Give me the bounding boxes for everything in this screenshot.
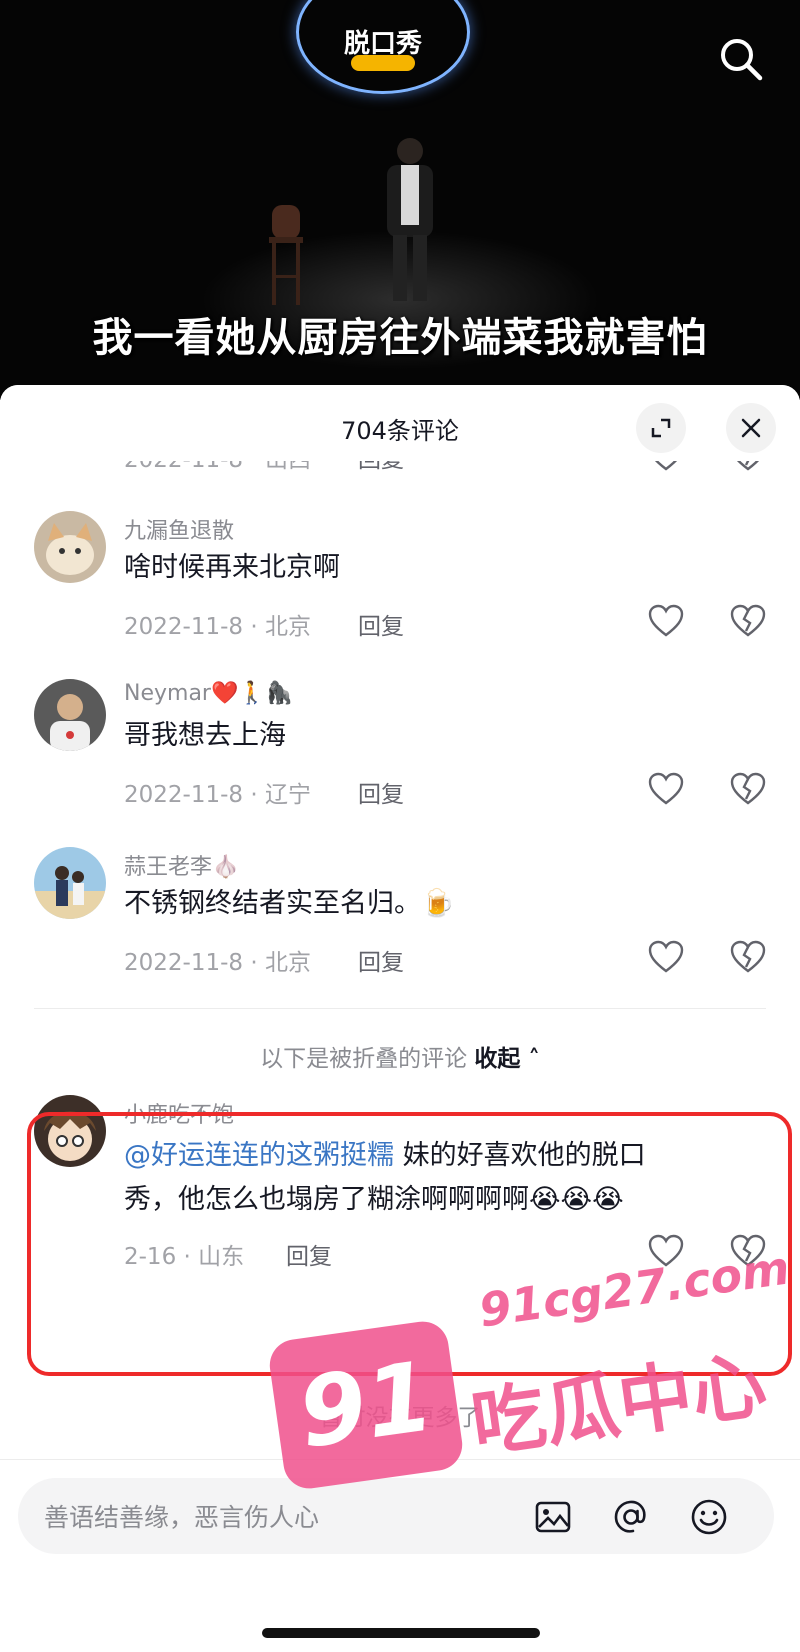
watermark-badge: 91 bbox=[266, 1318, 466, 1492]
mention-link[interactable]: @好运连连的这粥挺糯 bbox=[124, 1140, 394, 1171]
reply-button[interactable]: 回复 bbox=[286, 1237, 332, 1271]
comment-meta: 2022-11-8 · 北京 bbox=[124, 950, 311, 976]
person-avatar-image bbox=[34, 679, 106, 751]
video-player[interactable]: 脱口秀 我一看她从厨房往外端菜我就害怕 bbox=[0, 0, 800, 400]
couple-avatar-image bbox=[34, 847, 106, 919]
expand-icon bbox=[651, 418, 671, 438]
sheet-header: 704条评论 bbox=[0, 385, 800, 461]
folded-comments-row: 以下是被折叠的评论 收起 ˄ bbox=[0, 1039, 800, 1073]
divider bbox=[34, 1008, 766, 1009]
watermark-badge-text: 91 bbox=[292, 1340, 440, 1470]
cat-avatar-image bbox=[34, 511, 106, 583]
broken-heart-icon[interactable] bbox=[728, 601, 768, 641]
collapse-button[interactable]: 收起 ˄ bbox=[474, 1046, 540, 1072]
comment-text-line: 秀，他怎么也塌房了糊涂啊啊啊啊😭😭😭 bbox=[124, 1184, 624, 1215]
avatar[interactable] bbox=[34, 847, 106, 919]
reply-button[interactable]: 回复 bbox=[358, 775, 404, 809]
broken-heart-icon[interactable] bbox=[728, 937, 768, 977]
comment-item: Neymar❤️🚶🦍 哥我想去上海 2022-11-8 · 辽宁 回复 bbox=[0, 675, 800, 825]
search-button[interactable] bbox=[716, 34, 766, 84]
comment-item: 蒜王老李🧄 不锈钢终结者实至名归。🍺 2022-11-8 · 北京 回复 bbox=[0, 843, 800, 993]
comment-text: 不锈钢终结者实至名归。🍺 bbox=[124, 888, 455, 919]
video-subtitle: 我一看她从厨房往外端菜我就害怕 bbox=[92, 315, 708, 361]
comment-item: 九漏鱼退散 啥时候再来北京啊 2022-11-8 · 北京 回复 bbox=[0, 507, 800, 657]
comment-username[interactable]: 小鹿吃不饱 bbox=[124, 1097, 234, 1129]
close-icon bbox=[741, 418, 761, 438]
show-logo-bar bbox=[351, 55, 415, 71]
anime-avatar-image bbox=[34, 1095, 106, 1167]
performer bbox=[387, 138, 433, 301]
at-icon[interactable] bbox=[610, 1496, 652, 1538]
comment-input[interactable] bbox=[42, 1478, 516, 1556]
avatar[interactable] bbox=[34, 679, 106, 751]
comment-username[interactable]: 九漏鱼退散 bbox=[124, 513, 234, 545]
comment-text: 哥我想去上海 bbox=[124, 720, 286, 751]
comment-input-pill bbox=[18, 1478, 774, 1556]
heart-icon[interactable] bbox=[646, 769, 686, 809]
reply-button[interactable]: 回复 bbox=[358, 943, 404, 977]
comment-text-part: 妹的好喜欢他的脱口 bbox=[394, 1140, 646, 1171]
comment-username[interactable]: Neymar❤️🚶🦍 bbox=[124, 681, 293, 706]
home-indicator[interactable] bbox=[262, 1628, 540, 1638]
bar-stool bbox=[269, 205, 303, 305]
comment-meta: 2022-11-8 · 北京 bbox=[124, 614, 311, 640]
comment-meta: 2022-11-8 · 辽宁 bbox=[124, 782, 311, 808]
comment-meta: 2-16 · 山东 bbox=[124, 1244, 245, 1270]
search-icon bbox=[721, 39, 763, 81]
broken-heart-icon[interactable] bbox=[728, 769, 768, 809]
expand-button[interactable] bbox=[636, 403, 686, 453]
emoji-icon[interactable] bbox=[688, 1496, 730, 1538]
heart-icon[interactable] bbox=[646, 601, 686, 641]
comment-username[interactable]: 蒜王老李🧄 bbox=[124, 849, 239, 881]
avatar[interactable] bbox=[34, 511, 106, 583]
avatar[interactable] bbox=[34, 1095, 106, 1167]
comment-text-line: @好运连连的这粥挺糯 妹的好喜欢他的脱口 bbox=[124, 1135, 646, 1177]
folded-comments-label: 以下是被折叠的评论 bbox=[260, 1046, 468, 1072]
close-button[interactable] bbox=[726, 403, 776, 453]
image-icon[interactable] bbox=[532, 1496, 574, 1538]
reply-button[interactable]: 回复 bbox=[358, 607, 404, 641]
show-logo: 脱口秀 bbox=[296, 0, 470, 94]
comment-text: 啥时候再来北京啊 bbox=[124, 552, 340, 583]
heart-icon[interactable] bbox=[646, 937, 686, 977]
